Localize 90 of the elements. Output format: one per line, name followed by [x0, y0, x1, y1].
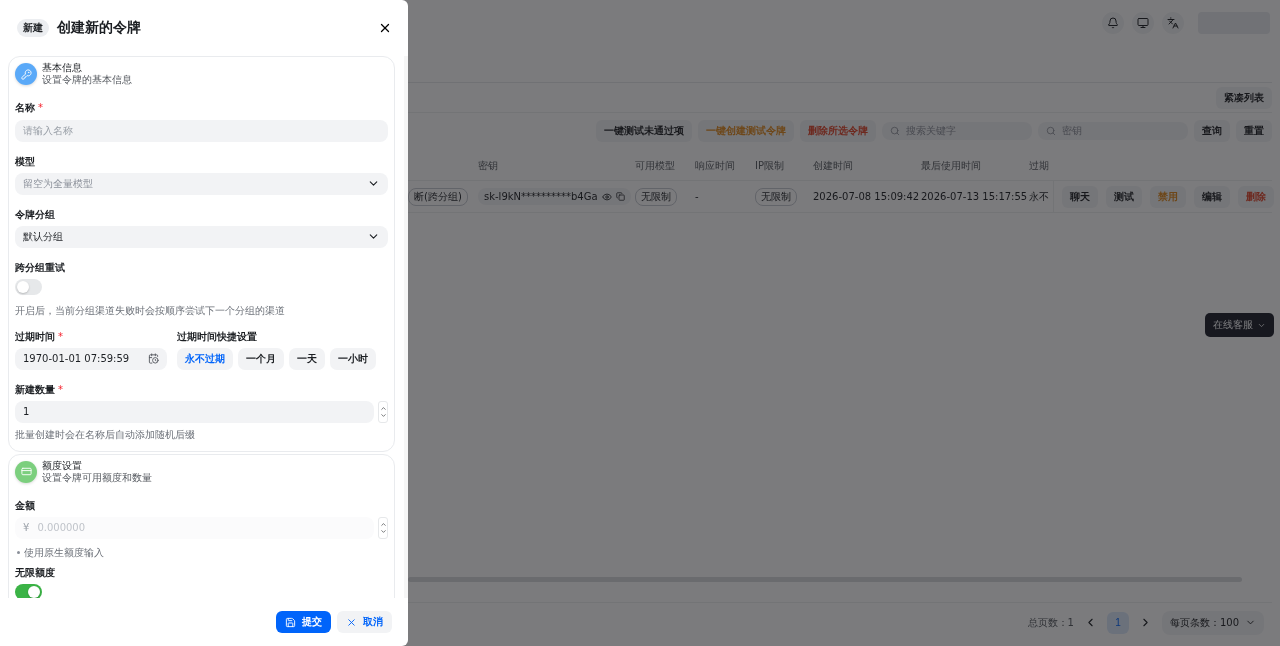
page-count: 总页数：1	[1027, 615, 1074, 630]
new-badge: 新建	[17, 19, 49, 37]
notification-button[interactable]	[1102, 12, 1124, 34]
horizontal-scrollbar[interactable]	[408, 577, 1242, 582]
close-icon	[378, 21, 392, 35]
group-tag: 断(跨分组)	[408, 187, 468, 206]
datetime-field[interactable]: 1970-01-01 07:59:59	[15, 347, 167, 370]
toggle-switch[interactable]	[15, 278, 42, 295]
section-subtitle: 设置令牌可用额度和数量	[42, 471, 152, 484]
column-header: 过期	[1029, 158, 1049, 173]
field-label: 名称	[15, 102, 35, 114]
chevron-down-icon[interactable]	[379, 411, 387, 419]
required-mark: *	[58, 330, 63, 343]
field-label: 令牌分组	[15, 208, 55, 221]
column-header: 创建时间	[813, 158, 853, 173]
key-icon	[15, 63, 37, 85]
required-mark: *	[58, 383, 63, 396]
column-header: 响应时间	[695, 158, 735, 173]
monitor-button[interactable]	[1132, 12, 1154, 34]
toggle-switch[interactable]	[15, 583, 42, 598]
close-icon	[346, 616, 357, 628]
row-action-button[interactable]: 测试	[1106, 185, 1142, 208]
language-button[interactable]	[1162, 12, 1184, 34]
field-label: 模型	[15, 155, 35, 168]
select-field[interactable]: 留空为全量模型	[15, 172, 388, 195]
support-button[interactable]: 在线客服	[1205, 313, 1274, 337]
field-label: 过期时间	[15, 330, 55, 343]
section-subtitle: 设置令牌的基本信息	[42, 74, 132, 86]
submit-button[interactable]: 提交	[276, 611, 331, 633]
cancel-button[interactable]: 取消	[337, 611, 392, 633]
page-number[interactable]: 1	[1106, 611, 1129, 634]
column-header: IP限制	[755, 158, 784, 173]
save-icon	[285, 616, 296, 628]
toolbar-button[interactable]: 删除所选令牌	[800, 120, 876, 142]
row-action-button[interactable]: 聊天	[1062, 185, 1098, 208]
compact-list-button[interactable]: 紧凑列表	[1216, 86, 1272, 109]
currency-symbol: ¥	[23, 522, 30, 533]
status-tag: 无限制	[635, 187, 677, 206]
table-cell: 永不	[1029, 189, 1049, 204]
row-action-button[interactable]: 删除	[1238, 185, 1274, 208]
bullet-icon	[17, 551, 20, 554]
note-link[interactable]: 使用原生额度输入	[24, 546, 104, 559]
field-label: 过期时间快捷设置	[177, 330, 257, 343]
help-text: 开启后，当前分组渠道失败时会按顺序尝试下一个分组的渠道	[15, 304, 286, 317]
quick-option[interactable]: 一个月	[238, 347, 284, 370]
key-text: sk-l9kN**********b4Ga	[484, 191, 598, 202]
toolbar-button[interactable]: 一键测试未通过项	[596, 120, 692, 142]
stepper[interactable]	[378, 516, 388, 539]
close-button[interactable]	[378, 21, 392, 35]
field-label: 新建数量	[15, 383, 55, 396]
search-icon	[890, 126, 900, 136]
section-title: 额度设置	[42, 459, 83, 472]
field-label: 无限额度	[15, 566, 55, 579]
row-action-button[interactable]: 编辑	[1194, 185, 1230, 208]
number-input[interactable]: 1	[23, 406, 366, 417]
translate-icon	[1167, 17, 1179, 29]
column-header: 最后使用时间	[921, 158, 981, 173]
table-cell: 2026-07-08 15:09:42	[813, 191, 920, 202]
page-size-text: 每页条数：100	[1169, 615, 1239, 630]
drawer-title: 创建新的令牌	[57, 19, 142, 37]
chevron-down-icon[interactable]	[379, 527, 387, 535]
section-title: 基本信息	[42, 62, 83, 74]
toolbar-button[interactable]: 查询	[1194, 120, 1230, 142]
quick-option[interactable]: 永不过期	[177, 347, 233, 370]
quick-option[interactable]: 一小时	[330, 347, 376, 370]
chevron-up-icon[interactable]	[379, 520, 387, 528]
toolbar-button[interactable]: 重置	[1236, 120, 1272, 142]
select-field[interactable]: 默认分组	[15, 225, 388, 248]
calendar-icon[interactable]	[148, 353, 159, 364]
copy-icon[interactable]	[615, 192, 625, 201]
chevron-up-icon[interactable]	[379, 404, 387, 412]
quick-option[interactable]: 一天	[289, 347, 325, 370]
required-mark: *	[38, 102, 43, 114]
status-tag: 无限制	[755, 187, 797, 206]
stepper[interactable]	[378, 400, 388, 423]
field-label: 跨分组重试	[15, 261, 65, 274]
column-header: 可用模型	[635, 158, 675, 173]
card-icon	[15, 460, 37, 483]
monitor-icon	[1137, 17, 1149, 29]
bell-icon	[1107, 17, 1119, 29]
table-cell: 2026-07-13 15:17:55	[921, 191, 1028, 202]
name-input[interactable]: 请输入名称	[15, 119, 388, 142]
search-icon	[1046, 126, 1056, 136]
help-text: 批量创建时会在名称后自动添加随机后缀	[15, 428, 196, 441]
eye-icon[interactable]	[601, 191, 612, 202]
column-header: 密钥	[478, 158, 498, 173]
page-size-select[interactable]: 每页条数：100	[1161, 610, 1264, 635]
number-field[interactable]: 1	[15, 400, 374, 423]
field-label: 金额	[15, 499, 35, 512]
table-cell: -	[695, 191, 699, 202]
